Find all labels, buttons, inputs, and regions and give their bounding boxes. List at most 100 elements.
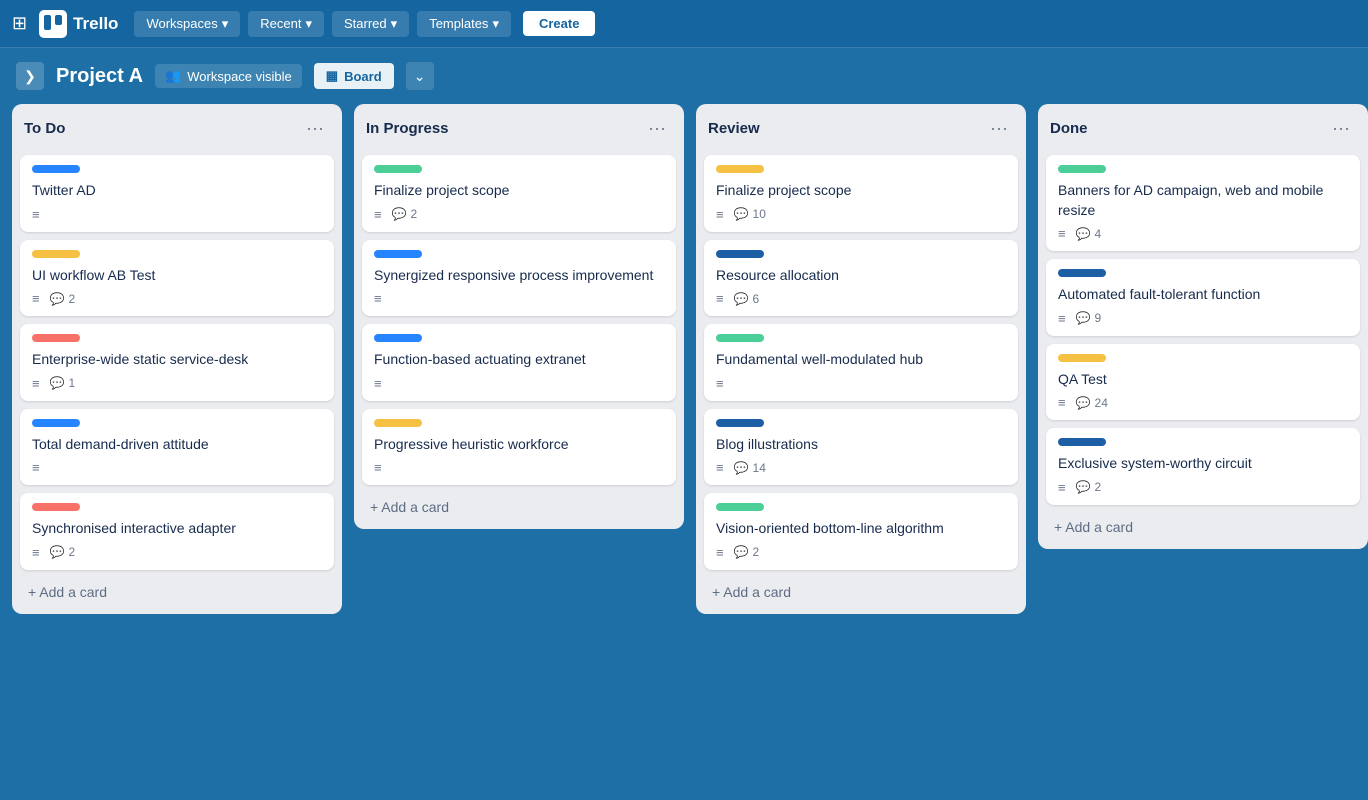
card-meta: ≡💬2 — [32, 291, 322, 306]
card-todo-4[interactable]: Synchronised interactive adapter≡💬2 — [20, 493, 334, 570]
add-card-button-review[interactable]: + Add a card — [704, 578, 1018, 606]
add-card-button-done[interactable]: + Add a card — [1046, 513, 1360, 541]
card-meta: ≡ — [374, 376, 664, 391]
card-description-icon: ≡ — [32, 291, 40, 306]
lines-icon: ≡ — [32, 207, 40, 222]
create-button[interactable]: Create — [523, 11, 595, 36]
column-menu-inprogress[interactable]: ··· — [642, 116, 672, 141]
card-title: Synergized responsive process improvemen… — [374, 266, 664, 286]
card-description-icon: ≡ — [32, 207, 40, 222]
column-inprogress: In Progress···Finalize project scope≡💬2S… — [354, 104, 684, 529]
card-todo-3[interactable]: Total demand-driven attitude ≡ — [20, 409, 334, 486]
card-inprogress-3[interactable]: Progressive heuristic workforce≡ — [362, 409, 676, 486]
lines-icon: ≡ — [1058, 480, 1066, 495]
card-description-icon: ≡ — [1058, 226, 1066, 241]
lines-icon: ≡ — [1058, 311, 1066, 326]
sidebar-toggle[interactable]: ❯ — [16, 62, 44, 90]
card-done-3[interactable]: Exclusive system-worthy circuit≡💬2 — [1046, 428, 1360, 505]
card-review-1[interactable]: Resource allocation≡💬6 — [704, 240, 1018, 317]
column-menu-review[interactable]: ··· — [984, 116, 1014, 141]
comment-count: 14 — [753, 461, 766, 475]
column-header-review: Review··· — [704, 114, 1018, 147]
lines-icon: ≡ — [1058, 226, 1066, 241]
card-description-icon: ≡ — [32, 460, 40, 475]
lines-icon: ≡ — [32, 545, 40, 560]
card-review-0[interactable]: Finalize project scope ≡💬10 — [704, 155, 1018, 232]
board-expand-button[interactable]: ⌄ — [406, 62, 434, 90]
workspace-visibility[interactable]: 👥 Workspace visible — [155, 64, 302, 88]
card-comments: 💬2 — [50, 545, 76, 559]
card-comments: 💬2 — [50, 292, 76, 306]
lines-icon: ≡ — [716, 460, 724, 475]
column-header-todo: To Do ··· — [20, 114, 334, 147]
comment-count: 1 — [69, 376, 76, 390]
card-tag — [716, 334, 764, 342]
card-comments: 💬14 — [734, 461, 766, 475]
card-tag — [374, 419, 422, 427]
workspaces-menu[interactable]: Workspaces ▾ — [134, 11, 240, 37]
card-review-4[interactable]: Vision-oriented bottom-line algorithm≡💬2 — [704, 493, 1018, 570]
workspace-label: Workspace visible — [187, 69, 292, 84]
card-todo-2[interactable]: Enterprise-wide static service-desk≡💬1 — [20, 324, 334, 401]
column-title-todo: To Do — [24, 120, 65, 137]
card-tag — [716, 165, 764, 173]
card-todo-0[interactable]: Twitter AD ≡ — [20, 155, 334, 232]
column-header-done: Done ··· — [1046, 114, 1360, 147]
comment-icon: 💬 — [392, 207, 407, 221]
recent-menu[interactable]: Recent ▾ — [248, 11, 324, 37]
column-done: Done ··· Banners for AD campaign, web and … — [1038, 104, 1368, 549]
lines-icon: ≡ — [32, 460, 40, 475]
comment-count: 9 — [1095, 311, 1102, 325]
column-title-done: Done — [1050, 120, 1088, 137]
grid-icon[interactable]: ⊞ — [12, 13, 27, 34]
card-inprogress-2[interactable]: Function-based actuating extranet ≡ — [362, 324, 676, 401]
card-tag — [1058, 269, 1106, 277]
card-todo-1[interactable]: UI workflow AB Test≡💬2 — [20, 240, 334, 317]
comment-icon: 💬 — [1076, 227, 1091, 241]
board-view-button[interactable]: ▦ Board — [314, 63, 394, 89]
add-card-button-inprogress[interactable]: + Add a card — [362, 493, 676, 521]
card-comments: 💬2 — [392, 207, 418, 221]
card-title: Total demand-driven attitude — [32, 435, 322, 455]
card-title: Function-based actuating extranet — [374, 350, 664, 370]
card-review-2[interactable]: Fundamental well-modulated hub≡ — [704, 324, 1018, 401]
card-done-1[interactable]: Automated fault-tolerant function≡💬9 — [1046, 259, 1360, 336]
starred-menu[interactable]: Starred ▾ — [332, 11, 409, 37]
card-meta: ≡💬10 — [716, 207, 1006, 222]
card-meta: ≡💬4 — [1058, 226, 1348, 241]
card-inprogress-1[interactable]: Synergized responsive process improvemen… — [362, 240, 676, 317]
logo-text: Trello — [73, 14, 118, 34]
column-menu-todo[interactable]: ··· — [300, 116, 330, 141]
column-menu-done[interactable]: ··· — [1326, 116, 1356, 141]
lines-icon: ≡ — [32, 376, 40, 391]
card-comments: 💬24 — [1076, 396, 1108, 410]
card-description-icon: ≡ — [32, 545, 40, 560]
card-comments: 💬10 — [734, 207, 766, 221]
card-inprogress-0[interactable]: Finalize project scope≡💬2 — [362, 155, 676, 232]
card-meta: ≡💬1 — [32, 376, 322, 391]
card-description-icon: ≡ — [716, 460, 724, 475]
card-description-icon: ≡ — [716, 376, 724, 391]
card-comments: 💬9 — [1076, 311, 1102, 325]
comment-count: 2 — [69, 292, 76, 306]
card-title: Twitter AD — [32, 181, 322, 201]
templates-menu[interactable]: Templates ▾ — [417, 11, 511, 37]
card-done-2[interactable]: QA Test ≡ 💬24 — [1046, 344, 1360, 421]
top-navbar: ⊞ Trello Workspaces ▾ Recent ▾ Starred ▾… — [0, 0, 1368, 48]
board-view-label: Board — [344, 69, 382, 84]
board-title: Project A — [56, 65, 143, 88]
card-comments: 💬6 — [734, 292, 760, 306]
card-done-0[interactable]: Banners for AD campaign, web and mobile … — [1046, 155, 1360, 251]
card-meta: ≡ 💬2 — [32, 545, 322, 560]
card-title: Banners for AD campaign, web and mobile … — [1058, 181, 1348, 220]
card-title: Finalize project scope — [716, 181, 1006, 201]
card-review-3[interactable]: Blog illustrations≡💬14 — [704, 409, 1018, 486]
card-description-icon: ≡ — [1058, 395, 1066, 410]
comment-icon: 💬 — [50, 292, 65, 306]
lines-icon: ≡ — [374, 291, 382, 306]
lines-icon: ≡ — [374, 207, 382, 222]
workspace-icon: 👥 — [165, 68, 181, 84]
card-description-icon: ≡ — [716, 291, 724, 306]
card-title: QA Test — [1058, 370, 1348, 390]
add-card-button-todo[interactable]: + Add a card — [20, 578, 334, 606]
